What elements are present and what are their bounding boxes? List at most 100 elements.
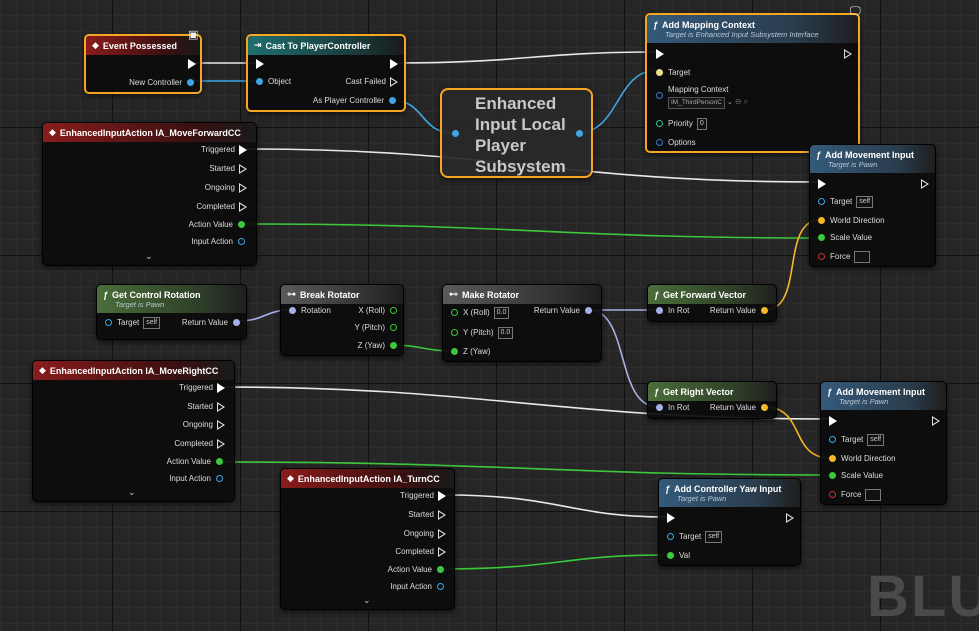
chevron-down-icon[interactable]: ⌄ [128,487,136,498]
wire-float-turn-val [440,554,669,570]
target-input[interactable]: self [867,434,885,446]
force-checkbox[interactable] [854,251,871,263]
node-header: ◆ Event Possessed [86,36,200,55]
chevron-down-icon[interactable]: ⌄ [363,595,371,606]
pin-triggered[interactable]: Triggered [179,382,225,394]
pin-exec-out[interactable] [782,512,794,524]
pin-rotation[interactable]: Rotation [289,305,331,317]
pin-mapping-context[interactable]: Mapping Context [656,84,728,99]
pin-scale-value[interactable]: Scale Value [818,232,872,244]
pin-ongoing[interactable]: Ongoing [183,419,225,431]
node-ia-move-right[interactable]: ◆ EnhancedInputAction IA_MoveRightCC Trig… [32,360,235,502]
x-roll-input[interactable]: 0.0 [493,307,510,319]
node-add-movement-input-1[interactable]: ƒ Add Movement Input Target is Pawn Target… [809,144,936,267]
pin-target[interactable]: Target [656,67,690,79]
pin-target[interactable]: Target self [829,434,885,446]
chevron-down-icon[interactable]: ⌄ [145,251,153,262]
pin-triggered[interactable]: Triggered [400,490,446,502]
node-event-possessed[interactable]: ◆ Event Possessed New Controller [84,34,202,94]
pin-exec-in[interactable] [829,415,841,427]
node-break-rotator[interactable]: ⊶ Break Rotator Rotation X (Roll) Y (Pitc… [280,284,404,356]
pin-started[interactable]: Started [209,163,247,175]
node-get-forward-vector[interactable]: ƒ Get Forward Vector In Rot Return Value [647,284,777,322]
pin-x-roll[interactable]: X (Roll) [358,305,397,317]
node-title: EnhancedInputAction IA_TurnCC [297,473,440,484]
pin-exec-in[interactable] [656,48,668,60]
node-make-rotator[interactable]: ⊷ Make Rotator X (Roll) 0.0 Y (Pitch) 0.0 Z… [442,284,602,362]
pin-completed[interactable]: Completed [174,438,225,450]
pin-return-value[interactable]: Return Value [182,317,240,329]
pin-ongoing[interactable]: Ongoing [205,182,247,194]
pin-input-action[interactable]: Input Action [191,236,245,248]
pin-y-pitch[interactable]: Y (Pitch) 0.0 [451,327,514,339]
node-cast-playercontroller[interactable]: ⇥ Cast To PlayerController Object Cast Fa… [246,34,406,112]
pin-exec-in[interactable] [256,58,268,70]
pin-return-value[interactable]: Return Value [710,305,768,317]
node-subtitle: Target is Enhanced Input Subsystem Inter… [665,29,819,39]
pin-exec-out[interactable] [840,48,852,60]
pin-exec-in[interactable] [667,512,679,524]
pin-action-value[interactable]: Action Value [189,219,245,231]
search-icon[interactable]: ⌕ [741,97,748,106]
pin-in-rot[interactable]: In Rot [656,305,689,317]
pin-as-player-controller[interactable]: As Player Controller [313,95,396,107]
priority-input[interactable]: 0 [696,118,707,130]
pin-exec-out[interactable] [184,58,196,70]
pin-target[interactable]: Target self [105,317,161,329]
node-ia-move-forward[interactable]: ◆ EnhancedInputAction IA_MoveForwardCC Tr… [42,122,257,266]
pin-world-direction[interactable]: World Direction [829,453,896,465]
pin-scale-value[interactable]: Scale Value [829,470,883,482]
pin-z-yaw[interactable]: Z (Yaw) [358,340,397,352]
target-input[interactable]: self [705,531,723,543]
pin-val[interactable]: Val [667,550,690,562]
pin-priority[interactable]: Priority 0 [656,118,707,130]
node-enhanced-input-subsystem[interactable]: Enhanced Input Local Player Subsystem [440,88,593,178]
pin-in-rot[interactable]: In Rot [656,402,689,414]
pin-started[interactable]: Started [187,401,225,413]
event-icon: ◆ [287,473,294,483]
pin-completed[interactable]: Completed [395,546,446,558]
pin-exec-out[interactable] [917,178,929,190]
pin-y-pitch[interactable]: Y (Pitch) [354,322,397,334]
pin-started[interactable]: Started [408,509,446,521]
pin-z-yaw[interactable]: Z (Yaw) [451,346,490,358]
asset-dropdown[interactable]: IM_ThirdPersonC [668,97,725,109]
node-get-right-vector[interactable]: ƒ Get Right Vector In Rot Return Value [647,381,777,419]
pin-action-value[interactable]: Action Value [167,456,223,468]
node-add-movement-input-2[interactable]: ƒ Add Movement Input Target is Pawn Target… [820,381,947,505]
mapping-context-picker[interactable]: IM_ThirdPersonC ⌄ ⊖ ⌕ [668,96,748,109]
pin-target[interactable]: Target self [818,196,874,208]
pin-input-action[interactable]: Input Action [169,473,223,485]
pin-options[interactable]: Options [656,137,696,149]
pin-object[interactable]: Object [256,76,291,88]
pin-return-value[interactable]: Return Value [710,402,768,414]
pin-world-direction[interactable]: World Direction [818,215,885,227]
node-add-controller-yaw-input[interactable]: ƒ Add Controller Yaw Input Target is Pawn … [658,478,801,566]
pin-x-roll[interactable]: X (Roll) 0.0 [451,307,510,319]
node-ia-turn[interactable]: ◆ EnhancedInputAction IA_TurnCC Triggered… [280,468,455,610]
pin-exec-in[interactable] [818,178,830,190]
force-checkbox[interactable] [865,489,882,501]
y-pitch-input[interactable]: 0.0 [497,327,514,339]
pin-new-controller[interactable]: New Controller [129,77,194,89]
node-get-control-rotation[interactable]: ƒ Get Control Rotation Target is Pawn Targ… [96,284,247,340]
pin-cast-failed[interactable]: Cast Failed [346,76,398,88]
pin-target[interactable]: Target self [667,531,723,543]
object-pin-icon[interactable] [576,130,583,137]
target-input[interactable]: self [143,317,161,329]
pin-force[interactable]: Force [818,251,871,263]
pin-input-action[interactable]: Input Action [390,581,444,593]
pin-exec-out[interactable] [386,58,398,70]
pin-completed[interactable]: Completed [196,201,247,213]
pin-triggered[interactable]: Triggered [201,144,247,156]
pin-action-value[interactable]: Action Value [388,564,444,576]
pin-return-value[interactable]: Return Value [534,305,592,317]
pin-exec-out[interactable] [928,415,940,427]
node-add-mapping-context[interactable]: ƒ Add Mapping Context Target is Enhanced I… [645,13,860,153]
function-icon: ƒ [827,386,833,397]
chevron-down-icon[interactable]: ⌄ [725,99,735,106]
pin-force[interactable]: Force [829,489,882,501]
pin-ongoing[interactable]: Ongoing [404,528,446,540]
target-input[interactable]: self [856,196,874,208]
object-pin-icon[interactable] [452,130,459,137]
